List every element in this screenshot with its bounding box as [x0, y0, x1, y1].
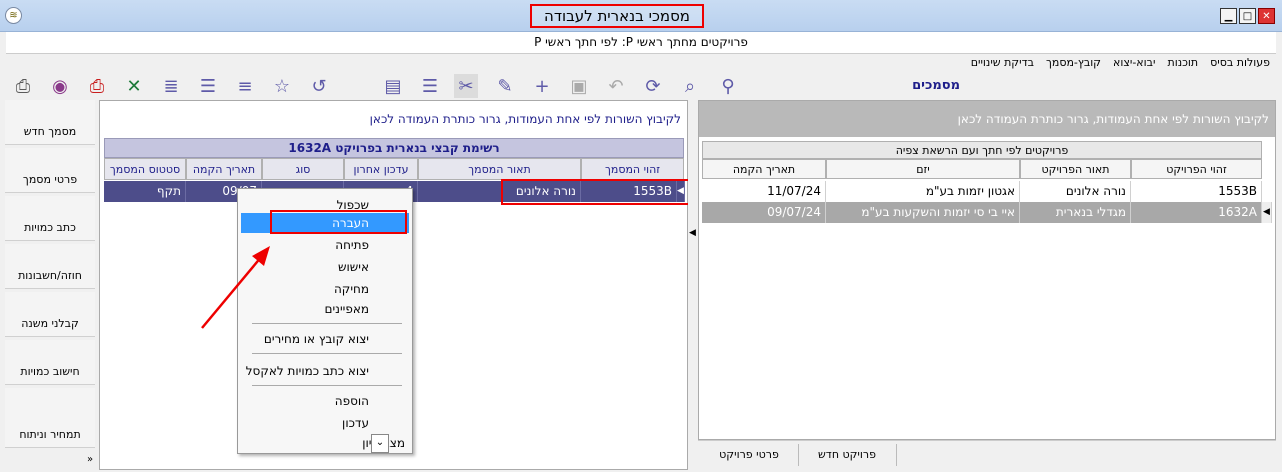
menu-item-basic-actions[interactable]: פעולות בסיס: [1210, 54, 1270, 72]
section-label: מסמכים: [912, 78, 960, 93]
edit-icon[interactable]: ✎: [493, 74, 517, 98]
contract-invoices-button[interactable]: חוזה/חשבונות: [5, 244, 95, 289]
col-project-desc[interactable]: תאור הפרויקט: [1020, 159, 1131, 179]
menu-item-check-changes[interactable]: בדיקת שינויים: [971, 54, 1034, 72]
menu-separator: [252, 353, 402, 354]
project-details-button[interactable]: פרטי פרויקט: [700, 444, 799, 466]
row-indicator-icon: ◀: [1262, 202, 1272, 223]
col-type[interactable]: סוג: [262, 158, 344, 180]
chevron-down-icon[interactable]: ⌄: [371, 434, 389, 453]
col-doc-desc[interactable]: תאור המסמך: [418, 158, 581, 180]
app-logo-icon[interactable]: ≋: [5, 7, 22, 24]
menu-item-duplicate[interactable]: שכפול: [241, 195, 409, 215]
subcontractors-button[interactable]: קבלני משנה: [5, 292, 95, 337]
lines-icon[interactable]: ☰: [196, 74, 220, 98]
cell-doc-desc[interactable]: נורה אלונים: [418, 181, 581, 202]
new-document-button[interactable]: מסמך חדש: [5, 100, 95, 145]
list-icon[interactable]: ☰: [418, 74, 442, 98]
excel-icon[interactable]: ✕: [122, 74, 146, 98]
menu-item-update[interactable]: עדכון: [241, 413, 409, 433]
panel-splitter[interactable]: ◀: [688, 100, 698, 470]
bill-of-quantities-button[interactable]: כתב כמויות: [5, 196, 95, 241]
menu-bar: פעולות בסיס תוכנות יבוא-יצוא קובץ-מסמך ב…: [6, 54, 1276, 72]
minimize-icon[interactable]: ▁: [1220, 8, 1237, 24]
menu-item-import-export[interactable]: יבוא-יצוא: [1113, 54, 1155, 72]
cell-project-date[interactable]: 11/07/24: [702, 181, 826, 202]
menu-item-export-excel[interactable]: יצוא כתב כמויות לאקסל: [241, 361, 409, 381]
col-developer[interactable]: יזם: [826, 159, 1020, 179]
context-subtitle: פרויקטים מחתך ראשי P: לפי חתך ראשי P: [6, 32, 1276, 54]
annotation-arrow-icon: [201, 246, 270, 329]
back-icon[interactable]: ↺: [307, 74, 331, 98]
documents-grid-title: רשימת קבצי בנארית בפרויקט 1632A: [104, 138, 684, 158]
group-drag-area-projects[interactable]: לקיבוץ השורות לפי אחת העמודות, גרור כותר…: [699, 101, 1275, 137]
cell-project-id[interactable]: 1553B: [1131, 181, 1262, 202]
add-icon[interactable]: +: [530, 74, 554, 98]
menu-separator: [252, 385, 402, 386]
menu-item-programs[interactable]: תוכנות: [1167, 54, 1198, 72]
menu-item-transfer[interactable]: העברה: [241, 213, 409, 233]
close-icon[interactable]: ✕: [1258, 8, 1275, 24]
group-drag-area[interactable]: לקיבוץ השורות לפי אחת העמודות, גרור כותר…: [100, 101, 687, 137]
star-icon[interactable]: ☆: [270, 74, 294, 98]
cell-doc-status[interactable]: תקף: [104, 181, 186, 202]
chevron-down-double-icon[interactable]: »: [87, 454, 93, 465]
tools-icon[interactable]: ✂: [454, 74, 478, 98]
save-icon[interactable]: ▣: [567, 74, 591, 98]
menu-item-file-document[interactable]: קובץ-מסמך: [1046, 54, 1101, 72]
cell-developer[interactable]: איי בי סי יזמות והשקעות בע"מ: [826, 202, 1020, 223]
document-details-button[interactable]: פרטי מסמך: [5, 148, 95, 193]
quantity-calc-button[interactable]: חישוב כמויות: [5, 340, 95, 385]
menu-item-add[interactable]: הוספה: [241, 391, 409, 411]
print-icon[interactable]: ⎙: [11, 74, 35, 98]
filter-icon[interactable]: ⚲: [716, 74, 740, 98]
col-project-id[interactable]: זהוי הפרויקט: [1131, 159, 1262, 179]
cell-project-desc[interactable]: נורה אלונים: [1020, 181, 1131, 202]
maximize-icon[interactable]: □: [1239, 8, 1256, 24]
col-project-date[interactable]: תאריך הקמה: [702, 159, 826, 179]
document-icon[interactable]: ▤: [381, 74, 405, 98]
cell-project-id[interactable]: 1632A: [1131, 202, 1262, 223]
search-icon[interactable]: ⌕: [678, 74, 702, 98]
cell-project-date[interactable]: 09/07/24: [702, 202, 826, 223]
refresh-icon[interactable]: ⟳: [641, 74, 665, 98]
menu-item-view-mode[interactable]: מצב עיון ⌄: [241, 433, 409, 453]
cell-developer[interactable]: אגטון יזמות בע"מ: [826, 181, 1020, 202]
collapse-arrow-icon[interactable]: ◀: [689, 228, 696, 238]
sidebar: מסמך חדש פרטי מסמך כתב כמויות חוזה/חשבונ…: [5, 100, 95, 470]
pdf-icon[interactable]: ⎙: [85, 74, 109, 98]
pricing-analysis-button[interactable]: תמחיר וניתוח: [5, 388, 95, 448]
col-doc-status[interactable]: סטטוס המסמך: [104, 158, 186, 180]
col-created-date[interactable]: תאריך הקמה: [186, 158, 262, 180]
preview-icon[interactable]: ◉: [48, 74, 72, 98]
new-project-button[interactable]: פרויקט חדש: [798, 444, 897, 466]
cell-doc-id[interactable]: 1553B: [581, 181, 677, 202]
menu-lines-icon[interactable]: ≡: [233, 74, 257, 98]
cell-project-desc[interactable]: מגדלי בנארית: [1020, 202, 1131, 223]
col-doc-id[interactable]: זהוי המסמך: [581, 158, 684, 180]
undo-icon[interactable]: ↶: [604, 74, 628, 98]
add-lines-icon[interactable]: ≣: [159, 74, 183, 98]
projects-grid-title: פרויקטים לפי חתך ועם הרשאת צפיה: [702, 141, 1262, 159]
window-title: מסמכי בנארית לעבודה: [530, 4, 704, 28]
row-indicator-icon: ◀: [677, 181, 685, 202]
col-last-update[interactable]: עדכון אחרון: [344, 158, 418, 180]
